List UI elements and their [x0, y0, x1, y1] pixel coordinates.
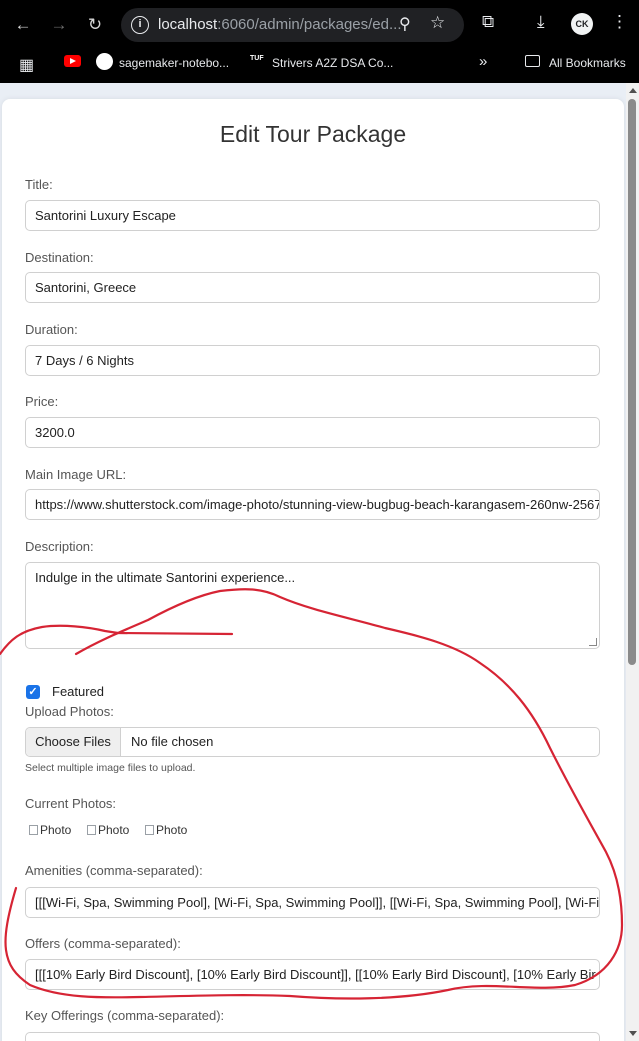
bookmark-star-icon[interactable]: ☆ [430, 13, 445, 33]
title-input[interactable]: Santorini Luxury Escape [25, 200, 600, 231]
file-input[interactable]: Choose Files No file chosen [25, 727, 600, 757]
photo-thumbnail: Photo [29, 823, 71, 837]
bookmark-sagemaker[interactable]: sagemaker-notebo... [119, 56, 229, 70]
duration-label: Duration: [25, 322, 78, 337]
duration-input[interactable]: 7 Days / 6 Nights [25, 345, 600, 376]
page-viewport: Edit Tour Package Title: Santorini Luxur… [0, 83, 626, 1041]
browser-toolbar: ← → ↻ i localhost:6060/admin/packages/ed… [0, 0, 639, 50]
youtube-icon[interactable] [64, 55, 81, 67]
price-label: Price: [25, 394, 59, 409]
bookmark-strivers[interactable]: Strivers A2Z DSA Co... [272, 56, 393, 70]
destination-input[interactable]: Santorini, Greece [25, 272, 600, 303]
photo-thumbnail: Photo [145, 823, 187, 837]
broken-image-icon [29, 825, 38, 835]
edit-package-card: Edit Tour Package Title: Santorini Luxur… [2, 99, 624, 1041]
back-arrow-icon[interactable]: ← [10, 12, 36, 38]
menu-dots-icon[interactable]: ⋮ [611, 12, 628, 32]
github-icon [96, 53, 113, 70]
upload-help-text: Select multiple image files to upload. [25, 762, 196, 774]
zoom-icon[interactable]: ⚲ [399, 14, 411, 34]
file-status: No file chosen [131, 734, 214, 749]
key-offerings-label: Key Offerings (comma-separated): [25, 1008, 225, 1023]
all-bookmarks[interactable]: All Bookmarks [549, 56, 626, 70]
featured-checkbox[interactable]: ✓ [26, 685, 40, 699]
price-input[interactable]: 3200.0 [25, 417, 600, 448]
description-textarea[interactable]: Indulge in the ultimate Santorini experi… [25, 562, 600, 649]
folder-icon [525, 55, 540, 67]
scroll-down-arrow-icon[interactable] [629, 1031, 637, 1036]
description-text: Indulge in the ultimate Santorini experi… [35, 570, 296, 585]
address-url[interactable]: localhost:6060/admin/packages/ed... [158, 16, 402, 33]
broken-image-icon [145, 825, 154, 835]
offers-input[interactable]: [[[10% Early Bird Discount], [10% Early … [25, 959, 600, 990]
current-photos-label: Current Photos: [25, 796, 117, 811]
featured-label: Featured [52, 684, 105, 699]
more-bookmarks-icon[interactable]: » [479, 53, 487, 70]
amenities-label: Amenities (comma-separated): [25, 863, 203, 878]
key-offerings-input[interactable] [25, 1032, 600, 1041]
choose-files-button[interactable]: Choose Files [26, 728, 121, 756]
extensions-icon[interactable]: ⧉ [482, 12, 494, 32]
site-info-icon[interactable]: i [131, 16, 149, 34]
broken-image-icon [87, 825, 96, 835]
photo-thumbnail: Photo [87, 823, 129, 837]
image-url-label: Main Image URL: [25, 467, 127, 482]
image-url-input[interactable]: https://www.shutterstock.com/image-photo… [25, 489, 600, 520]
resize-handle[interactable] [589, 638, 597, 646]
description-label: Description: [25, 539, 94, 554]
upload-photos-label: Upload Photos: [25, 704, 114, 719]
amenities-input[interactable]: [[[Wi-Fi, Spa, Swimming Pool], [Wi-Fi, S… [25, 887, 600, 918]
reload-icon[interactable]: ↻ [82, 12, 108, 38]
tuf-icon: TUF [250, 55, 264, 62]
scrollbar-thumb[interactable] [628, 99, 636, 665]
download-icon[interactable]: ⤓ [537, 12, 545, 32]
apps-grid-icon[interactable]: ▦ [19, 55, 34, 75]
offers-label: Offers (comma-separated): [25, 936, 181, 951]
address-bar[interactable]: i localhost:6060/admin/packages/ed... ⚲ … [121, 8, 464, 42]
profile-avatar[interactable]: CK [571, 13, 593, 35]
forward-arrow-icon[interactable]: → [46, 12, 72, 38]
page-title: Edit Tour Package [219, 121, 407, 147]
title-label: Title: [25, 177, 53, 192]
destination-label: Destination: [25, 250, 94, 265]
scroll-up-arrow-icon[interactable] [629, 88, 637, 93]
